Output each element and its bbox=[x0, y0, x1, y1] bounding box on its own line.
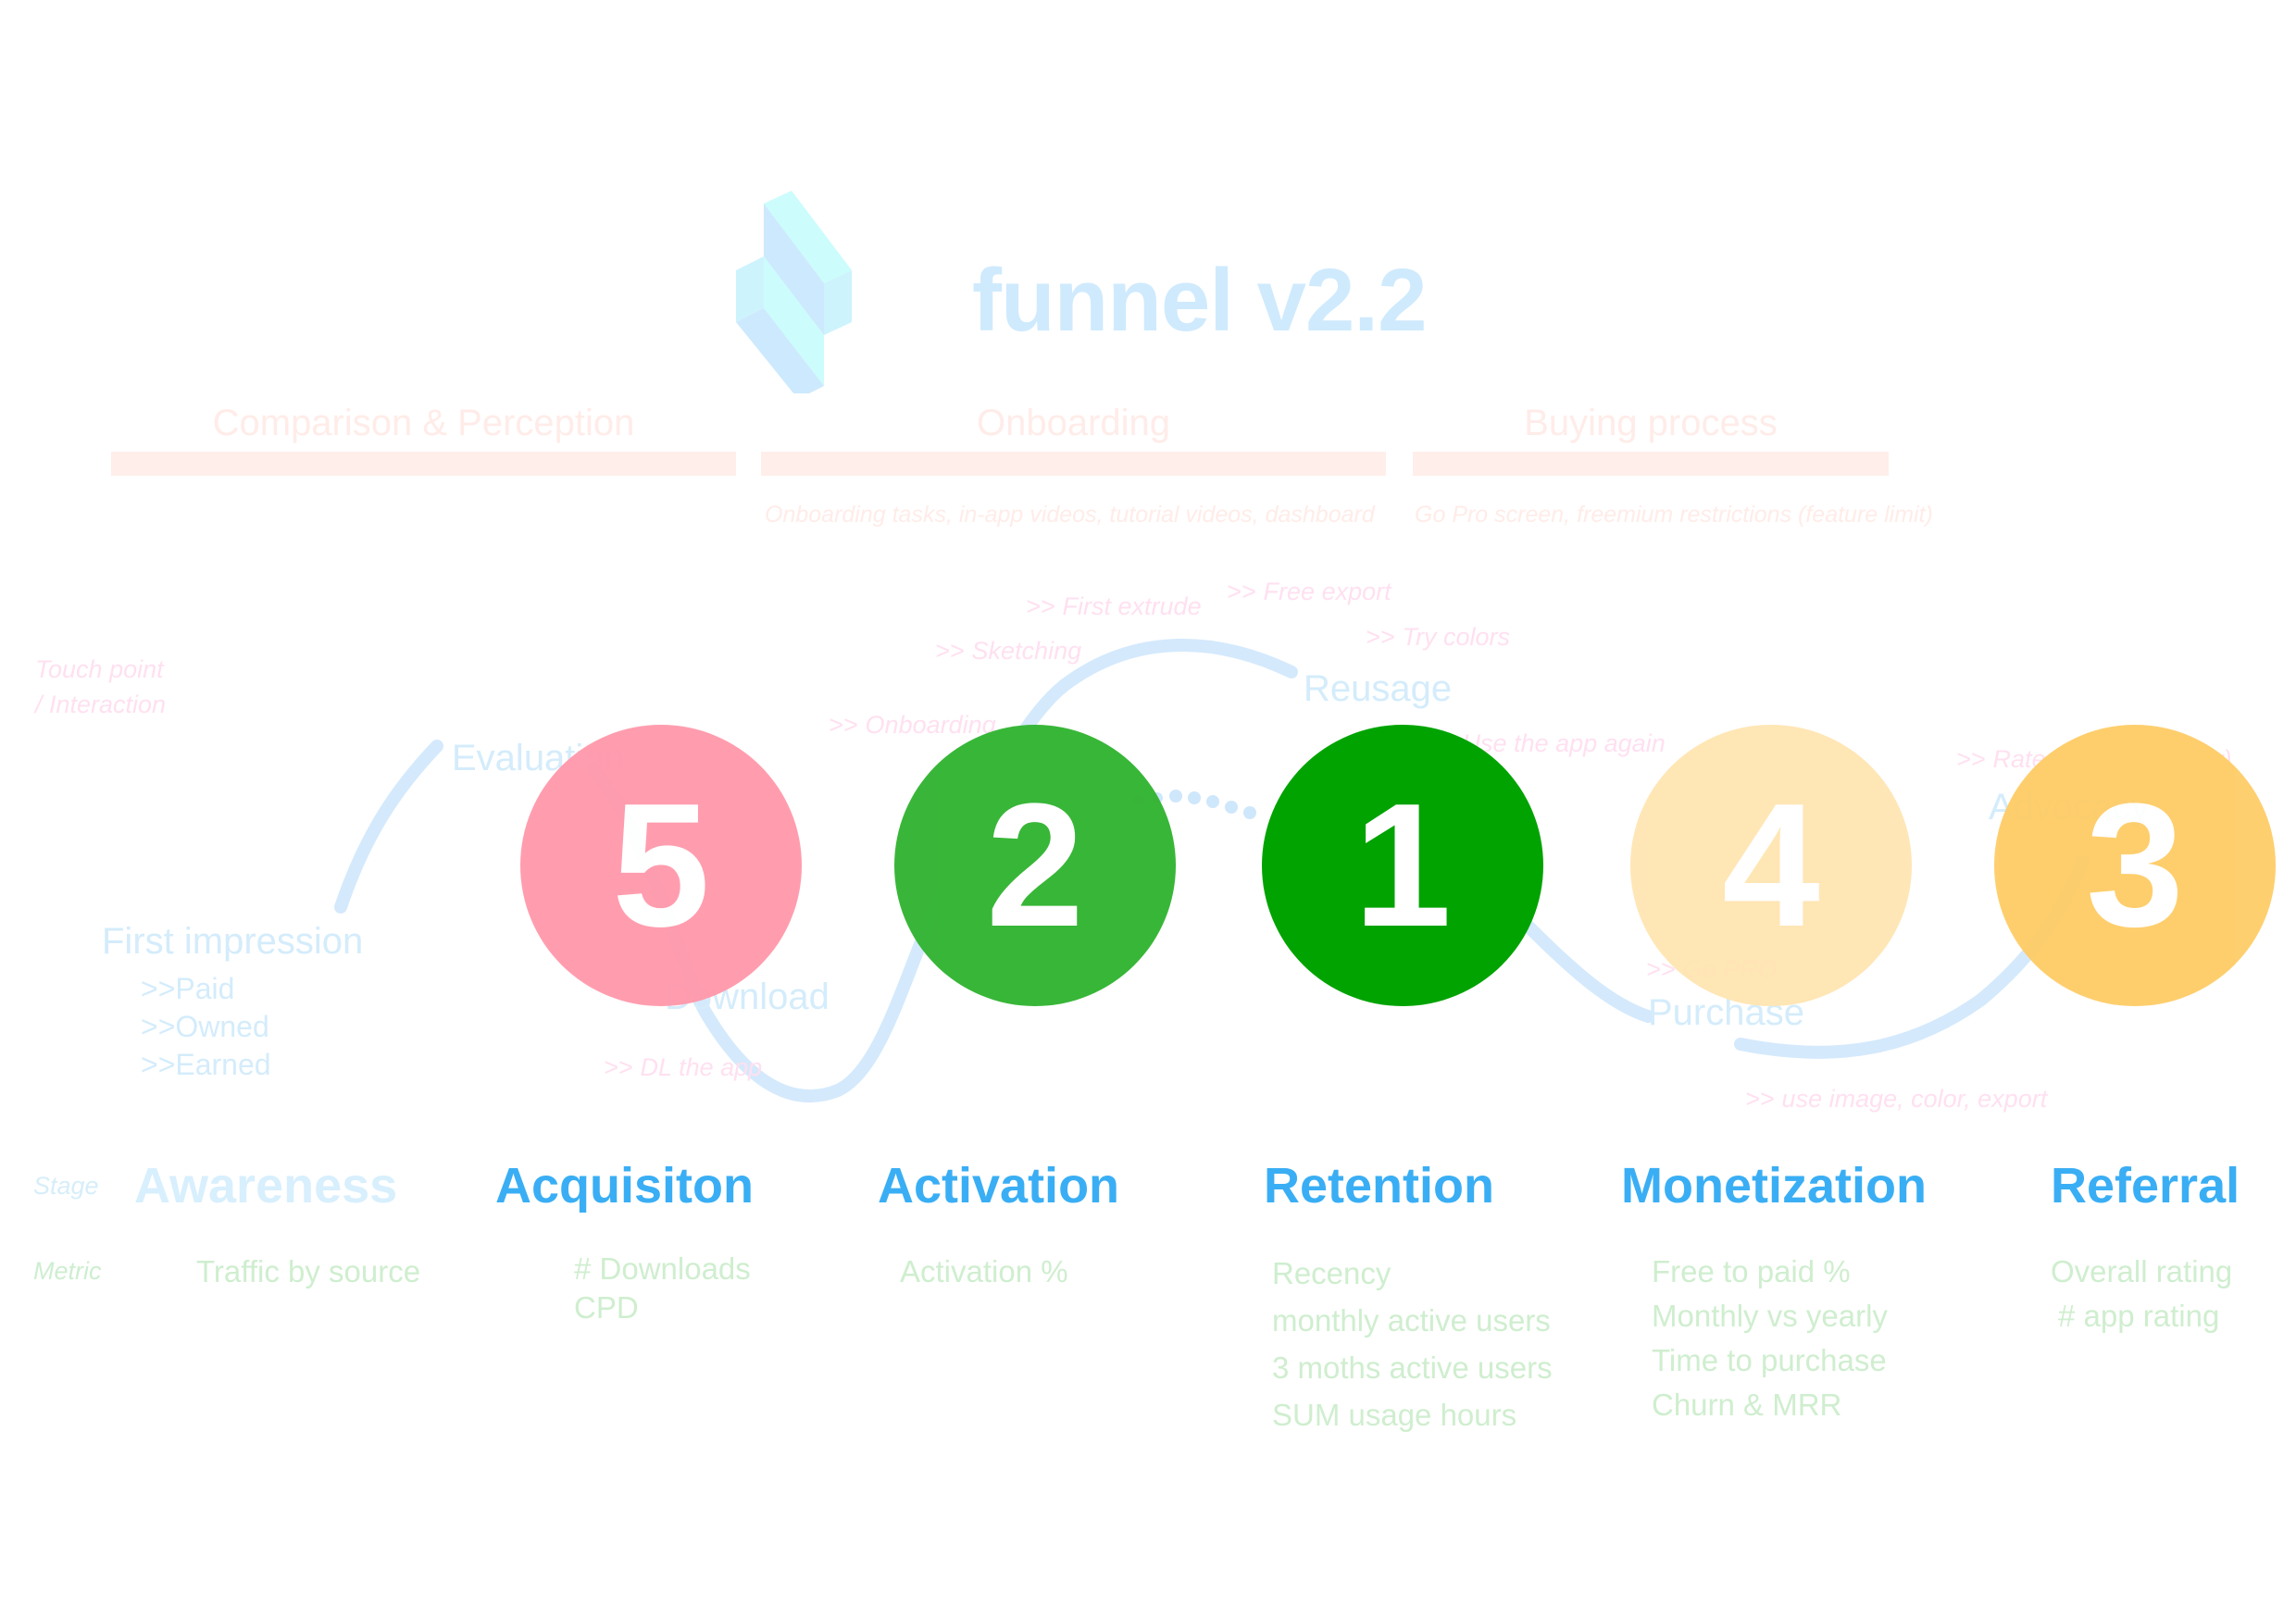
touch-point-try-colors: >> Try colors bbox=[1366, 623, 1511, 651]
channel-item: >>Paid bbox=[141, 972, 235, 1005]
first-impression-channels: >>Paid >>Owned >>Earned bbox=[141, 970, 271, 1084]
metrics-retention: Recency monthly active users 3 moths act… bbox=[1272, 1250, 1553, 1438]
dotted-link-dot bbox=[1188, 791, 1201, 804]
priority-circle-retention: 1 bbox=[1262, 725, 1543, 1006]
stage-monetization: Monetization bbox=[1621, 1158, 1927, 1214]
stage-row-label: Stage bbox=[33, 1172, 99, 1200]
metric-item: Activation % bbox=[900, 1254, 1068, 1288]
metric-item: Overall rating bbox=[2051, 1254, 2233, 1288]
touch-point-onboarding: >> Onboarding bbox=[829, 711, 996, 739]
stage-activation: Activation bbox=[878, 1158, 1120, 1214]
priority-number: 5 bbox=[612, 767, 710, 964]
metrics-monetization: Free to paid % Monthly vs yearly Time to… bbox=[1652, 1250, 1888, 1427]
metrics-activation: Activation % bbox=[900, 1250, 1068, 1294]
touch-point-sketching: >> Sketching bbox=[935, 637, 1082, 665]
channel-item: >>Owned bbox=[141, 1010, 269, 1043]
metric-item: monthly active users bbox=[1272, 1303, 1551, 1338]
touch-point-dl-app: >> DL the app bbox=[604, 1053, 763, 1081]
priority-circle-acquisition: 5 bbox=[520, 725, 802, 1006]
metric-item: Time to purchase bbox=[1652, 1343, 1887, 1377]
metric-item: # Downloads bbox=[574, 1251, 751, 1286]
metric-item: Monthly vs yearly bbox=[1652, 1299, 1888, 1333]
metrics-awareness: Traffic by source bbox=[196, 1250, 420, 1294]
priority-circle-referral: 3 bbox=[1994, 725, 2276, 1006]
metric-item: Free to paid % bbox=[1652, 1254, 1851, 1288]
metric-item: Recency bbox=[1272, 1256, 1391, 1290]
touch-point-free-export: >> Free export bbox=[1227, 578, 1391, 605]
metric-item: 3 moths active users bbox=[1272, 1350, 1553, 1385]
priority-number: 4 bbox=[1722, 767, 1820, 964]
curve-segment-first-impression bbox=[334, 740, 443, 914]
metric-item: CPD bbox=[574, 1290, 639, 1325]
dotted-link-dot bbox=[1243, 806, 1256, 819]
metrics-referral: Overall rating # app rating bbox=[2051, 1250, 2232, 1338]
stage-referral: Referral bbox=[2051, 1158, 2240, 1214]
dotted-link-dot bbox=[1169, 790, 1182, 803]
touch-point-first-extrude: >> First extrude bbox=[1026, 592, 1202, 620]
journey-step-first-impression: First impression bbox=[102, 921, 364, 962]
touch-point-row-label: Touch point / Interaction bbox=[35, 655, 167, 718]
stage-retention: Retention bbox=[1264, 1158, 1494, 1214]
curve-segment-retention bbox=[1521, 919, 1654, 1023]
stage-acquisition: Acquisiton bbox=[495, 1158, 754, 1214]
priority-circle-activation: 2 bbox=[894, 725, 1176, 1006]
metric-item: Traffic by source bbox=[196, 1254, 421, 1288]
stage-awareness: Awareness bbox=[134, 1158, 398, 1214]
metric-row-label: Metric bbox=[33, 1257, 102, 1285]
priority-number: 3 bbox=[2086, 767, 2184, 964]
priority-number: 1 bbox=[1354, 767, 1452, 964]
priority-circle-monetization: 4 bbox=[1630, 725, 1912, 1006]
priority-number: 2 bbox=[986, 767, 1084, 964]
metric-item: Churn & MRR bbox=[1652, 1388, 1842, 1422]
metrics-acquisition: # Downloads CPD bbox=[574, 1250, 751, 1327]
metric-item: # app rating bbox=[2058, 1299, 2220, 1333]
dotted-link-dot bbox=[1225, 801, 1238, 814]
journey-step-reusage: Reusage bbox=[1304, 668, 1453, 709]
touch-point-use-features: >> use image, color, export bbox=[1745, 1085, 2048, 1113]
channel-item: >>Earned bbox=[141, 1048, 271, 1081]
metric-item: SUM usage hours bbox=[1272, 1398, 1517, 1432]
dotted-link-dot bbox=[1206, 795, 1219, 808]
